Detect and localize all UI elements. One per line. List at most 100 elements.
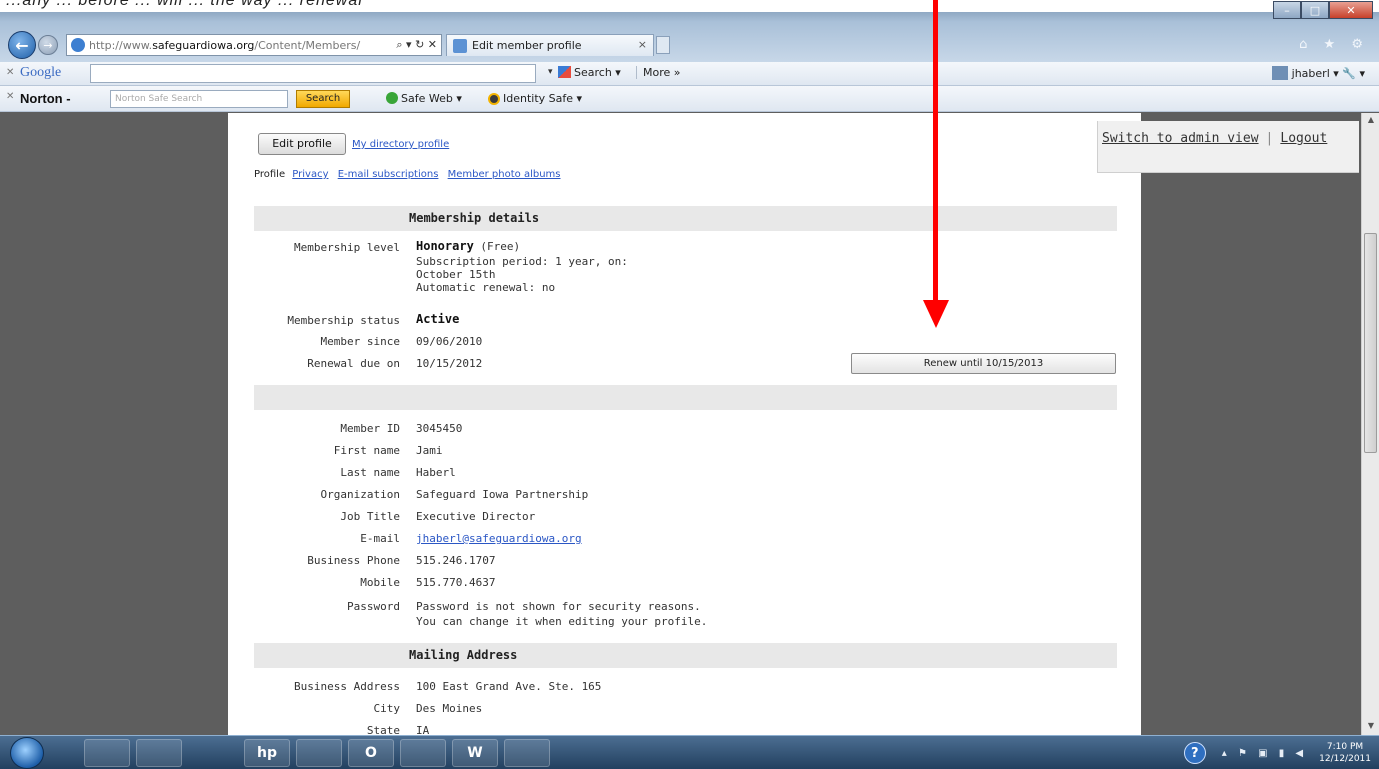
mobile-label: Mobile (360, 576, 400, 589)
minimize-button[interactable]: – (1273, 1, 1301, 19)
taskbar-hp-icon[interactable]: hp (244, 739, 290, 767)
back-arrow-icon[interactable]: ← (8, 31, 36, 59)
admin-bar: Switch to admin view | Logout (1097, 121, 1359, 173)
tray-icons[interactable]: ▴ ⚑ ▣ ▮ ◀ (1222, 748, 1307, 759)
job-title-value: Executive Director (416, 510, 536, 523)
google-username: jhaberl ▾ (1291, 67, 1339, 80)
vertical-scrollbar[interactable]: ▲ ▼ (1361, 113, 1379, 735)
taskbar-spotify-icon[interactable] (400, 739, 446, 767)
renewal-due-value: 10/15/2012 (416, 357, 483, 370)
home-favorites-tools-icons[interactable]: ⌂ ★ ⚙ (1299, 37, 1369, 52)
switch-to-admin-view-link[interactable]: Switch to admin view (1102, 131, 1259, 146)
tab-edit-member-profile[interactable]: Edit member profile × (446, 34, 654, 56)
tab-email-subscriptions[interactable]: E-mail subscriptions (338, 169, 439, 180)
google-toolbar: ✕ Google ▾ Search ▾ More » jhaberl ▾ 🔧 ▾ (0, 62, 1379, 86)
profile-content: Edit profile My directory profile Profil… (228, 113, 1141, 735)
tab-close-icon[interactable]: × (638, 38, 647, 51)
taskbar-ie-icon[interactable] (136, 739, 182, 767)
subscription-date: October 15th (416, 268, 496, 281)
organization-value: Safeguard Iowa Partnership (416, 488, 589, 501)
first-name-value: Jami (416, 444, 443, 457)
clock-date: 12/12/2011 (1319, 754, 1371, 764)
address-bar[interactable]: http://www. safeguardiowa.org/Content/Mem… (66, 34, 442, 56)
member-since-value: 09/06/2010 (416, 335, 483, 348)
profile-tabs: Profile Privacy E-mail subscriptions Mem… (254, 169, 567, 180)
city-label: City (373, 702, 401, 715)
my-directory-profile-link[interactable]: My directory profile (352, 139, 449, 150)
norton-search-button[interactable]: Search (296, 90, 350, 108)
membership-level-value: Honorary (Free) (416, 239, 520, 253)
annotation-arrow-head (923, 300, 949, 328)
taskbar-word-icon[interactable]: W (452, 739, 498, 767)
password-note-line1: Password is not shown for security reaso… (416, 600, 701, 613)
maximize-button[interactable]: □ (1301, 1, 1329, 19)
user-icon (1271, 66, 1288, 80)
membership-level-label: Membership level (294, 241, 400, 254)
member-since-label: Member since (320, 335, 400, 348)
navigation-row: ← → http://www. safeguardiowa.org/Content… (0, 28, 1379, 62)
membership-status-value: Active (416, 312, 459, 326)
google-dropdown-icon[interactable]: ▾ (548, 67, 553, 77)
window-controls: – □ ✕ (1273, 1, 1373, 19)
email-link[interactable]: jhaberl@safeguardiowa.org (416, 532, 582, 545)
norton-toolbar-close-icon[interactable]: ✕ (6, 91, 14, 102)
tab-member-photo-albums[interactable]: Member photo albums (448, 169, 561, 180)
renewal-due-label: Renewal due on (307, 357, 400, 370)
google-more-button[interactable]: More » (636, 66, 681, 79)
url-prefix: http://www. (89, 38, 153, 52)
email-label: E-mail (360, 532, 400, 545)
identity-safe-icon (488, 93, 500, 105)
organization-label: Organization (320, 488, 400, 501)
scroll-down-icon[interactable]: ▼ (1365, 721, 1377, 733)
mobile-value: 515.770.4637 (416, 576, 496, 589)
help-icon[interactable]: ? (1183, 742, 1206, 764)
google-logo: Google (20, 65, 62, 80)
close-window-button[interactable]: ✕ (1329, 1, 1373, 19)
business-address-label: Business Address (294, 680, 400, 693)
business-phone-value: 515.246.1707 (416, 554, 496, 567)
address-controls[interactable]: ⌕ ▾ ↻ ✕ (396, 38, 437, 52)
annotation-arrow-shaft (933, 0, 938, 312)
forward-arrow-icon[interactable]: → (38, 35, 58, 55)
safe-web-menu[interactable]: Safe Web ▾ (386, 92, 462, 105)
edit-profile-button[interactable]: Edit profile (258, 133, 346, 155)
google-search-button[interactable]: Search ▾ (558, 66, 621, 79)
safe-web-icon (386, 92, 398, 104)
url-host: safeguardiowa.org (152, 38, 255, 52)
state-label: State (366, 724, 400, 735)
wrench-icon[interactable]: 🔧 ▾ (1342, 67, 1365, 80)
renew-button[interactable]: Renew until 10/15/2013 (851, 353, 1116, 374)
taskbar-mail-icon[interactable] (296, 739, 342, 767)
url-path: /Content/Members/ (254, 38, 361, 52)
tab-title: Edit member profile (472, 39, 582, 52)
tab-profile[interactable]: Profile (254, 169, 285, 180)
page-viewport: Edit profile My directory profile Profil… (0, 113, 1379, 735)
business-address-value: 100 East Grand Ave. Ste. 165 (416, 680, 602, 693)
google-search-input[interactable] (90, 64, 536, 83)
taskbar-explorer-icon[interactable] (84, 739, 130, 767)
norton-logo[interactable]: Norton - (20, 91, 71, 106)
scroll-thumb[interactable] (1364, 233, 1377, 453)
windows-start-icon[interactable] (10, 737, 44, 769)
system-tray: ? ▴ ⚑ ▣ ▮ ◀ 7:10 PM 12/12/2011 (1183, 740, 1371, 766)
membership-status-text: Active (416, 312, 460, 326)
google-toolbar-close-icon[interactable]: ✕ (6, 67, 14, 78)
taskbar-acrobat-icon[interactable] (504, 739, 550, 767)
last-name-label: Last name (340, 466, 400, 479)
new-tab-button[interactable] (656, 36, 670, 54)
subscription-period: Subscription period: 1 year, on: (416, 255, 628, 268)
logout-link[interactable]: Logout (1280, 131, 1327, 146)
tab-privacy[interactable]: Privacy (292, 169, 328, 180)
scroll-up-icon[interactable]: ▲ (1365, 115, 1377, 127)
blank-section-header (254, 385, 1117, 410)
ie-icon (71, 38, 85, 52)
norton-search-input[interactable]: Norton Safe Search (110, 90, 288, 108)
google-user-menu[interactable]: jhaberl ▾ 🔧 ▾ (1271, 66, 1365, 80)
membership-status-label: Membership status (287, 314, 400, 327)
taskbar-outlook-icon[interactable]: O (348, 739, 394, 767)
system-clock[interactable]: 7:10 PM 12/12/2011 (1319, 741, 1371, 765)
city-value: Des Moines (416, 702, 483, 715)
first-name-label: First name (333, 444, 400, 457)
annotation-caption: ...any ... before ... will ... the way .… (6, 0, 363, 9)
identity-safe-menu[interactable]: Identity Safe ▾ (488, 92, 582, 105)
